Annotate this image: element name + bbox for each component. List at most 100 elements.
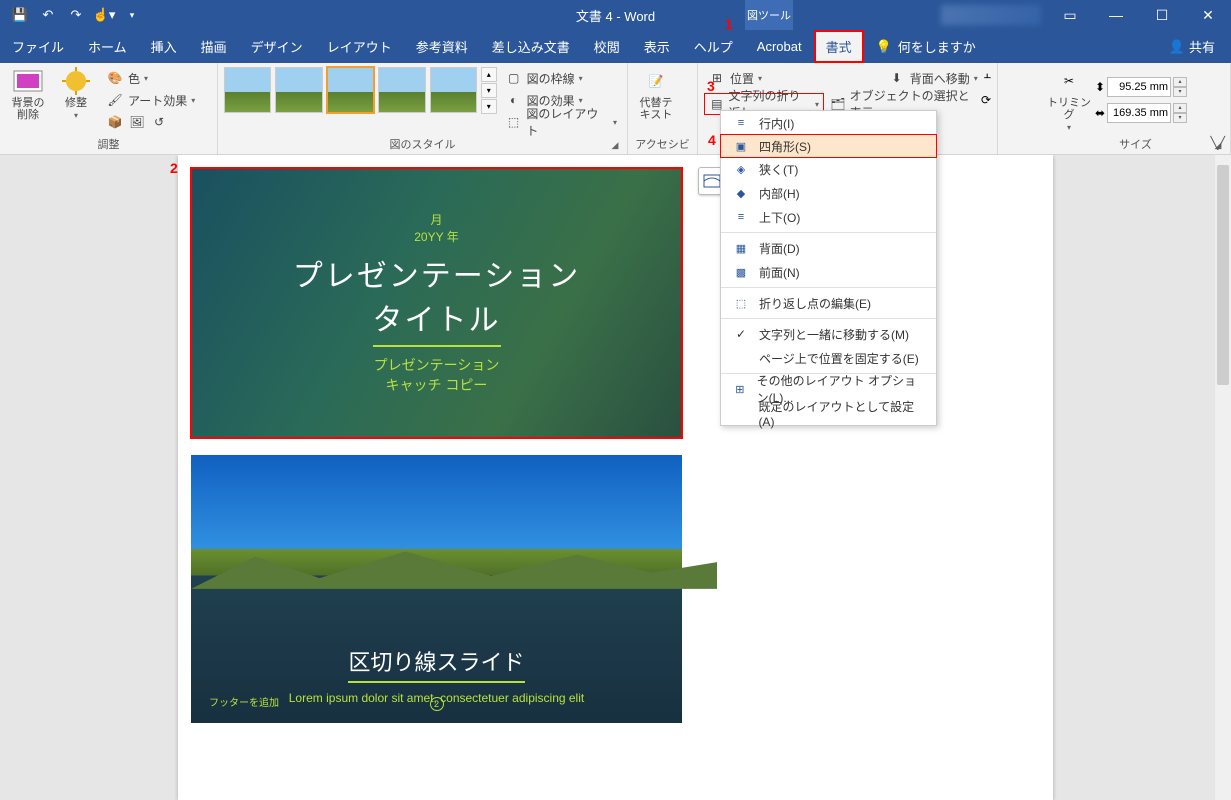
picture-style-2[interactable] [275, 67, 322, 113]
width-input[interactable] [1107, 103, 1171, 123]
height-down[interactable]: ▾ [1173, 87, 1187, 97]
title-bar: 💾 ↶ ↷ ☝▾ ▾ 文書 4 - Word 図ツール ▭ — ☐ ✕ [0, 0, 1231, 30]
tab-references[interactable]: 参考資料 [404, 30, 480, 63]
check-icon: ✓ [733, 327, 749, 341]
close-icon[interactable]: ✕ [1185, 0, 1231, 30]
more-layout-icon: ⊞ [733, 381, 747, 397]
save-icon[interactable]: 💾 [8, 3, 32, 27]
wrap-inline[interactable]: ≡行内(I) [721, 111, 936, 135]
picture-layout-button[interactable]: ⬚図のレイアウト▾ [501, 111, 621, 133]
slide2-page-number: 2 [430, 697, 444, 711]
picture-style-3[interactable] [327, 67, 374, 113]
width-down[interactable]: ▾ [1173, 113, 1187, 123]
style-scroll-up[interactable]: ▴ [481, 67, 497, 82]
alt-text-button[interactable]: 📝 代替テ キスト [634, 67, 678, 121]
width-icon: ⬌ [1095, 106, 1105, 120]
slide2-footer: フッターを追加 [209, 694, 279, 709]
share-button[interactable]: 👤共有 [1169, 37, 1215, 56]
tab-format[interactable]: 書式 [814, 30, 864, 63]
tab-mailings[interactable]: 差し込み文書 [480, 30, 582, 63]
picture-style-4[interactable] [378, 67, 425, 113]
slide1-month: 月 [430, 211, 442, 228]
align-icon[interactable]: ⫠ [984, 67, 991, 89]
crop-icon: ✂ [1053, 67, 1085, 95]
corrections-icon [60, 67, 92, 95]
fix-position[interactable]: ページ上で位置を固定する(E) [721, 346, 936, 370]
set-default-layout[interactable]: 既定のレイアウトとして設定(A) [721, 401, 936, 425]
wrap-square-icon: ▣ [733, 138, 749, 154]
touch-mode-icon[interactable]: ☝▾ [92, 3, 116, 27]
slide1-title-line1: プレゼンテーション [293, 251, 580, 295]
tab-view[interactable]: 表示 [632, 30, 682, 63]
height-icon: ⬍ [1095, 80, 1105, 94]
effects-icon: ◐ [505, 91, 523, 109]
compress-icon[interactable]: 📦 [106, 113, 124, 131]
tell-me-search[interactable]: 💡何をしますか [876, 37, 976, 56]
height-input[interactable] [1107, 77, 1171, 97]
picture-style-5[interactable] [430, 67, 477, 113]
tab-draw[interactable]: 描画 [189, 30, 239, 63]
picture-style-1[interactable] [224, 67, 271, 113]
slide1-subtitle-2: キャッチ コピー [386, 375, 488, 395]
style-scroll-down[interactable]: ▾ [481, 83, 497, 98]
wrap-front[interactable]: ▩前面(N) [721, 260, 936, 284]
wrap-behind[interactable]: ▦背面(D) [721, 236, 936, 260]
tab-home[interactable]: ホーム [76, 30, 139, 63]
wrap-tight[interactable]: ◈狭く(T) [721, 157, 936, 181]
change-picture-icon[interactable]: 🖼 [128, 113, 146, 131]
tab-insert[interactable]: 挿入 [139, 30, 189, 63]
send-backward-button[interactable]: ⬇背面へ移動▾ [884, 67, 982, 89]
remove-background-button[interactable]: 背景の 削除 [6, 67, 50, 133]
style-gallery-more[interactable]: ▾ [481, 99, 497, 114]
alt-text-icon: 📝 [640, 67, 672, 95]
slide1-title-line2: タイトル [373, 295, 501, 347]
styles-dialog-launcher[interactable]: ◢ [609, 140, 621, 152]
tab-review[interactable]: 校閲 [582, 30, 632, 63]
corrections-button[interactable]: 修整 ▾ [54, 67, 98, 133]
redo-icon[interactable]: ↷ [64, 3, 88, 27]
wrap-inline-icon: ≡ [733, 115, 749, 131]
crop-button[interactable]: ✂ トリミング ▾ [1047, 67, 1091, 132]
user-account[interactable] [941, 5, 1041, 25]
document-area: 月 20YY 年 プレゼンテーション タイトル プレゼンテーション キャッチ コ… [0, 155, 1231, 800]
picture-border-button[interactable]: ▢図の枠線▾ [501, 67, 621, 89]
border-icon: ▢ [505, 69, 523, 87]
annotation-4: 4 [708, 132, 716, 148]
tab-file[interactable]: ファイル [0, 30, 76, 63]
document-title: 文書 4 - Word [576, 6, 655, 25]
send-back-icon: ⬇ [888, 69, 906, 87]
scroll-thumb[interactable] [1217, 165, 1229, 385]
wrap-top-bottom[interactable]: ≡上下(O) [721, 205, 936, 229]
collapse-ribbon-icon[interactable]: ╲╱ [1211, 136, 1225, 150]
maximize-icon[interactable]: ☐ [1139, 0, 1185, 30]
width-up[interactable]: ▴ [1173, 103, 1187, 113]
edit-wrap-points[interactable]: ⬚折り返し点の編集(E) [721, 291, 936, 315]
tab-design[interactable]: デザイン [239, 30, 315, 63]
picture-tools-tab-header: 図ツール [745, 0, 793, 30]
reset-picture-icon[interactable]: ↺ [150, 113, 168, 131]
height-up[interactable]: ▴ [1173, 77, 1187, 87]
vertical-scrollbar[interactable] [1215, 155, 1231, 800]
group-adjust-label: 調整 [6, 136, 211, 152]
selected-image-1[interactable]: 月 20YY 年 プレゼンテーション タイトル プレゼンテーション キャッチ コ… [190, 167, 683, 439]
wrap-square[interactable]: ▣四角形(S) [720, 134, 937, 158]
wrap-behind-icon: ▦ [733, 240, 749, 256]
annotation-1: 1 [725, 16, 733, 32]
wrap-through[interactable]: ◆内部(H) [721, 181, 936, 205]
artistic-effects-button[interactable]: 🖌アート効果▾ [102, 89, 199, 111]
image-2[interactable]: 区切り線スライド Lorem ipsum dolor sit amet, con… [191, 455, 682, 723]
ribbon-display-icon[interactable]: ▭ [1047, 0, 1093, 30]
share-icon: 👤 [1169, 39, 1185, 55]
qat-customize-icon[interactable]: ▾ [120, 3, 144, 27]
group-accessibility-label: アクセシビリティ [634, 136, 691, 152]
undo-icon[interactable]: ↶ [36, 3, 60, 27]
move-with-text[interactable]: ✓文字列と一緒に移動する(M) [721, 322, 936, 346]
wrap-topbottom-icon: ≡ [733, 209, 749, 225]
tab-layout[interactable]: レイアウト [315, 30, 404, 63]
color-button[interactable]: 🎨色▾ [102, 67, 199, 89]
tab-help[interactable]: ヘルプ [682, 30, 745, 63]
remove-bg-icon [12, 67, 44, 95]
minimize-icon[interactable]: — [1093, 0, 1139, 30]
tab-acrobat[interactable]: Acrobat [745, 30, 814, 63]
rotate-icon[interactable]: ⟳ [981, 93, 991, 115]
